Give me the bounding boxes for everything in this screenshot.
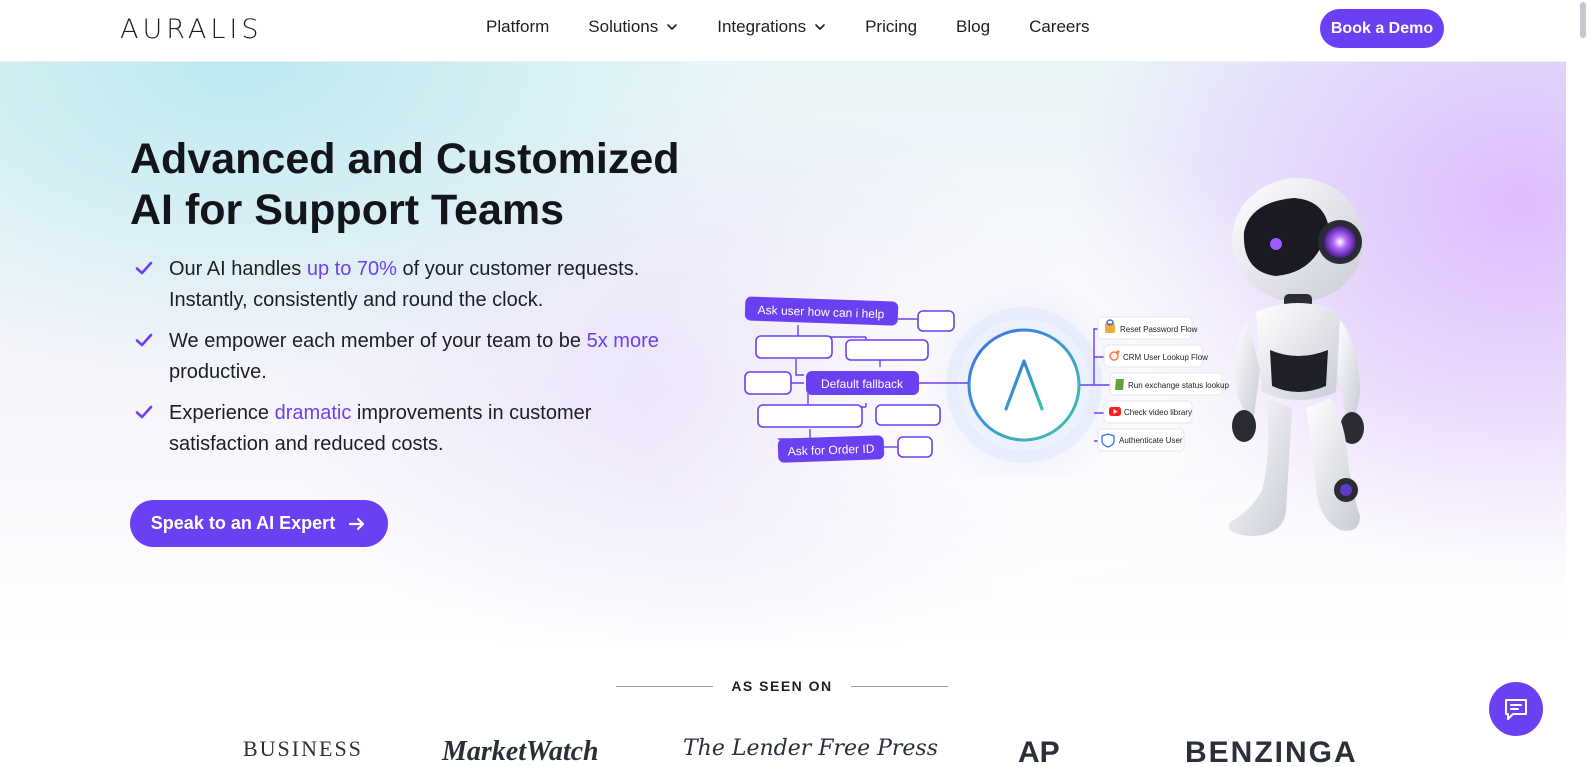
robot-illustration (1228, 178, 1364, 536)
as-seen-on-heading: AS SEEN ON (616, 677, 948, 695)
feature-highlight: 5x more (586, 330, 659, 352)
check-icon (135, 405, 153, 419)
feature-highlight: dramatic (274, 402, 352, 424)
press-logos: BUSINESS MarketWatch The Lender Free Pre… (0, 730, 1566, 767)
flow-node-empty (917, 310, 955, 332)
nav-item-blog[interactable]: Blog (956, 17, 990, 37)
flow-node-ask-help: Ask user how can i help (744, 296, 899, 326)
ai-core-logo (967, 328, 1081, 442)
feature-text: Our AI handles up to 70% of your custome… (169, 254, 669, 316)
divider (616, 685, 714, 687)
feature-highlight: up to 70% (306, 258, 397, 280)
as-seen-on-label: AS SEEN ON (731, 678, 833, 694)
integration-label: Reset Password Flow (1120, 325, 1198, 334)
flow-node-empty (897, 436, 933, 458)
nav-item-integrations[interactable]: Integrations (717, 17, 826, 37)
flow-node-empty (845, 339, 929, 361)
check-icon (135, 261, 153, 275)
press-logo-benzinga: BENZINGA (1185, 736, 1358, 767)
chat-icon (1505, 699, 1527, 720)
hero-section: Advanced and Customized AI for Support T… (0, 62, 1566, 642)
press-logo-ap: AP (1018, 736, 1060, 767)
flow-node-fallback: Default fallback (806, 371, 919, 395)
brand-logo[interactable]: AURALIS (120, 13, 263, 45)
flow-node-label: Default fallback (821, 377, 904, 391)
nav-item-solutions[interactable]: Solutions (588, 17, 678, 37)
flow-node-empty (875, 404, 941, 426)
check-icon (135, 333, 153, 347)
hero-title-line1: Advanced and Customized (130, 135, 680, 183)
feature-text-start: We empower each member of your team to b… (169, 330, 587, 352)
hero-title: Advanced and Customized AI for Support T… (130, 134, 690, 236)
press-logo-business: BUSINESS (243, 736, 363, 761)
divider (850, 685, 948, 687)
feature-text: Experience dramatic improvements in cust… (169, 398, 669, 460)
integration-chip: Check video library (1103, 400, 1193, 424)
flow-node-empty (755, 335, 833, 359)
cta-label: Speak to an AI Expert (150, 513, 336, 533)
press-logo-lender-free-press: The Lender Free Press (683, 736, 938, 761)
nav-label: Pricing (865, 17, 918, 36)
feature-item: Our AI handles up to 70% of your custome… (134, 254, 694, 316)
speak-to-expert-button[interactable]: Speak to an AI Expert (130, 500, 388, 547)
feature-list: Our AI handles up to 70% of your custome… (134, 254, 694, 470)
integration-label: CRM User Lookup Flow (1123, 353, 1208, 362)
integration-chip: Reset Password Flow (1097, 316, 1198, 340)
nav-label: Platform (486, 17, 550, 36)
logo-text: AURALIS (120, 13, 263, 45)
flow-node-empty (757, 404, 863, 428)
feature-text: We empower each member of your team to b… (169, 326, 669, 388)
nav-label: Blog (956, 17, 991, 36)
youtube-icon (1109, 407, 1121, 416)
feature-text-start: Our AI handles (169, 258, 307, 280)
integration-label: Authenticate User (1119, 436, 1183, 445)
integration-chip: Authenticate User (1097, 428, 1185, 452)
integration-label: Check video library (1124, 408, 1192, 417)
flow-node-empty (744, 371, 792, 395)
chat-widget-button[interactable] (1489, 682, 1543, 736)
main-nav: Platform Solutions Integrations Pricing … (486, 17, 1129, 37)
nav-item-platform[interactable]: Platform (486, 17, 549, 37)
scrollbar-thumb[interactable] (1580, 2, 1586, 38)
nav-label: Solutions (588, 17, 659, 36)
hero-title-line2: AI for Support Teams (130, 186, 565, 234)
flow-node-order-id: Ask for Order ID (777, 435, 885, 463)
chevron-down-icon (667, 24, 678, 30)
site-header: AURALIS Platform Solutions Integrations … (0, 0, 1592, 62)
shopify-icon (1115, 379, 1124, 390)
feature-text-end: productive. (169, 361, 267, 383)
nav-label: Careers (1029, 17, 1090, 36)
book-demo-button[interactable]: Book a Demo (1320, 9, 1444, 48)
workflow-diagram: Ask user how can i help Default fallback… (744, 275, 1230, 477)
arrow-right-icon (349, 517, 365, 530)
robot-ear-light (1324, 226, 1356, 258)
page-scrollbar[interactable] (1566, 0, 1592, 767)
chevron-down-icon (815, 24, 825, 30)
nav-item-pricing[interactable]: Pricing (865, 17, 917, 37)
nav-item-careers[interactable]: Careers (1029, 17, 1089, 37)
nav-label: Integrations (717, 17, 807, 36)
feature-item: Experience dramatic improvements in cust… (134, 398, 694, 460)
feature-item: We empower each member of your team to b… (134, 326, 694, 388)
press-logo-marketwatch: MarketWatch (442, 736, 599, 767)
integration-chip: CRM User Lookup Flow (1103, 344, 1208, 368)
feature-text-start: Experience (169, 402, 275, 424)
